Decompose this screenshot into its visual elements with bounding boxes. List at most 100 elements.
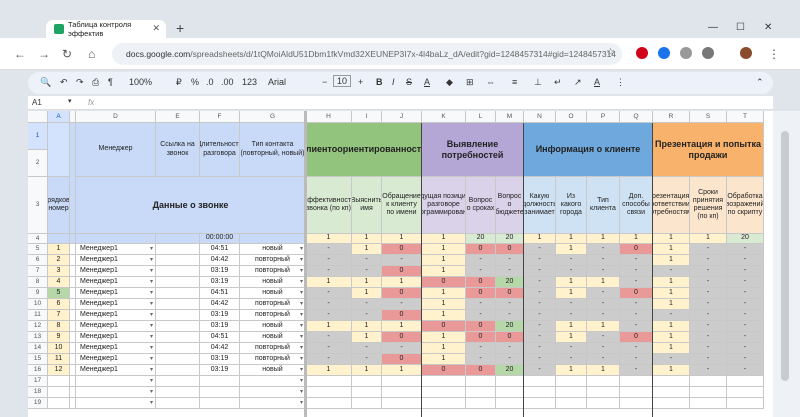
dropdown-arrow-icon[interactable]: ▾ [300, 367, 303, 374]
score-cell[interactable]: 1 [556, 321, 587, 332]
empty-cell[interactable] [422, 376, 466, 387]
empty-cell[interactable]: ▾ [76, 376, 156, 387]
duration-cell[interactable]: 04:51 [200, 332, 240, 343]
empty-cell[interactable] [422, 387, 466, 398]
zoom-select[interactable]: 100% [129, 77, 152, 87]
duration-cell[interactable]: 03:19 [200, 365, 240, 376]
empty-cell[interactable] [200, 398, 240, 409]
score-cell[interactable]: - [620, 277, 653, 288]
manager-select[interactable]: Менеджер1 ▾ [76, 354, 156, 365]
score-cell[interactable]: - [727, 244, 764, 255]
vertical-align-icon[interactable]: ⊥ [534, 77, 542, 88]
score-cell[interactable]: 0 [422, 277, 466, 288]
score-cell[interactable]: 1 [422, 266, 466, 277]
row-header[interactable]: 8 [28, 277, 48, 288]
row-header[interactable]: 1 [28, 123, 48, 150]
score-cell[interactable]: - [524, 310, 556, 321]
score-cell[interactable]: - [466, 266, 496, 277]
score-cell[interactable]: - [352, 299, 382, 310]
print-icon[interactable]: ⎙ [92, 77, 99, 88]
score-cell[interactable]: 0 [466, 277, 496, 288]
more-formats-button[interactable]: 123 [242, 77, 257, 87]
score-cell[interactable]: - [524, 288, 556, 299]
col-header-D[interactable]: D [76, 111, 156, 123]
empty-cell[interactable] [382, 387, 422, 398]
score-cell[interactable]: 1 [653, 255, 690, 266]
empty-cell[interactable]: ▾ [240, 398, 306, 409]
score-cell[interactable]: - [587, 332, 620, 343]
score-cell[interactable]: - [727, 255, 764, 266]
manager-select[interactable]: Менеджер1 ▾ [76, 277, 156, 288]
score-cell[interactable]: 1 [352, 321, 382, 332]
score-cell[interactable]: - [466, 310, 496, 321]
score-cell[interactable]: - [524, 343, 556, 354]
score-cell[interactable]: - [727, 354, 764, 365]
score-cell[interactable]: 0 [496, 244, 524, 255]
spreadsheet-grid[interactable]: A D E F G H I J K L M N O P Q R S T 1 2 3 4 5 6 7 8 9 10 11 12 13 14 15 1… [28, 111, 773, 417]
score-cell[interactable]: - [352, 255, 382, 266]
call-link-cell[interactable] [156, 365, 200, 376]
contact-type-select[interactable]: новый ▾ [240, 332, 306, 343]
score-cell[interactable]: 0 [620, 332, 653, 343]
score-cell[interactable]: - [382, 255, 422, 266]
score-cell[interactable]: 1 [422, 288, 466, 299]
maximize-icon[interactable]: ☐ [736, 22, 745, 33]
score-cell[interactable]: 1 [556, 277, 587, 288]
manager-select[interactable]: Менеджер1 ▾ [76, 266, 156, 277]
horizontal-align-icon[interactable]: ≡ [512, 77, 517, 87]
empty-cell[interactable] [556, 387, 587, 398]
currency-format-icon[interactable]: ₽ [176, 77, 182, 88]
empty-cell[interactable] [620, 387, 653, 398]
score-cell[interactable]: 1 [422, 255, 466, 266]
score-cell[interactable]: - [306, 354, 352, 365]
empty-cell[interactable] [727, 387, 764, 398]
contact-type-select[interactable]: новый ▾ [240, 244, 306, 255]
score-cell[interactable]: - [727, 277, 764, 288]
borders-icon[interactable]: ⊞ [466, 77, 474, 88]
score-cell[interactable]: 0 [382, 244, 422, 255]
empty-cell[interactable] [352, 376, 382, 387]
call-link-cell[interactable] [156, 266, 200, 277]
collapse-toolbar-icon[interactable]: ⌃ [756, 77, 764, 88]
col-header-Q[interactable]: Q [620, 111, 653, 123]
score-cell[interactable]: 0 [466, 244, 496, 255]
score-cell[interactable]: - [524, 365, 556, 376]
score-cell[interactable]: 1 [587, 321, 620, 332]
empty-cell[interactable] [382, 376, 422, 387]
empty-cell[interactable]: ▾ [76, 387, 156, 398]
dropdown-arrow-icon[interactable]: ▾ [150, 345, 153, 352]
row-number-cell[interactable]: 11 [48, 354, 70, 365]
row-header[interactable]: 3 [28, 177, 48, 234]
minimize-icon[interactable]: — [708, 22, 718, 33]
empty-cell[interactable] [727, 376, 764, 387]
dropdown-arrow-icon[interactable]: ▾ [150, 246, 153, 253]
score-cell[interactable]: - [690, 365, 727, 376]
score-cell[interactable]: - [727, 299, 764, 310]
call-link-cell[interactable] [156, 255, 200, 266]
search-menus-icon[interactable]: 🔍 [40, 77, 51, 88]
empty-cell[interactable] [496, 387, 524, 398]
row-header[interactable]: 7 [28, 266, 48, 277]
opera-extension-icon[interactable] [636, 47, 648, 59]
score-cell[interactable]: - [727, 332, 764, 343]
score-cell[interactable]: 1 [653, 244, 690, 255]
score-cell[interactable]: - [653, 266, 690, 277]
row-number-cell[interactable]: 7 [48, 310, 70, 321]
dropdown-arrow-icon[interactable]: ▾ [150, 400, 153, 407]
empty-cell[interactable] [690, 398, 727, 409]
forward-icon[interactable]: → [38, 47, 50, 61]
score-cell[interactable]: 0 [422, 321, 466, 332]
bold-icon[interactable]: B [376, 77, 383, 87]
dropdown-arrow-icon[interactable]: ▾ [300, 389, 303, 396]
duration-cell[interactable]: 03:19 [200, 266, 240, 277]
dropdown-arrow-icon[interactable]: ▾ [300, 378, 303, 385]
empty-cell[interactable] [466, 387, 496, 398]
score-cell[interactable]: - [653, 310, 690, 321]
col-header-T[interactable]: T [727, 111, 764, 123]
score-cell[interactable]: - [306, 343, 352, 354]
score-cell[interactable]: 1 [587, 277, 620, 288]
score-cell[interactable]: 1 [556, 332, 587, 343]
empty-cell[interactable] [200, 376, 240, 387]
row-header[interactable]: 4 [28, 234, 48, 244]
score-cell[interactable]: - [306, 332, 352, 343]
